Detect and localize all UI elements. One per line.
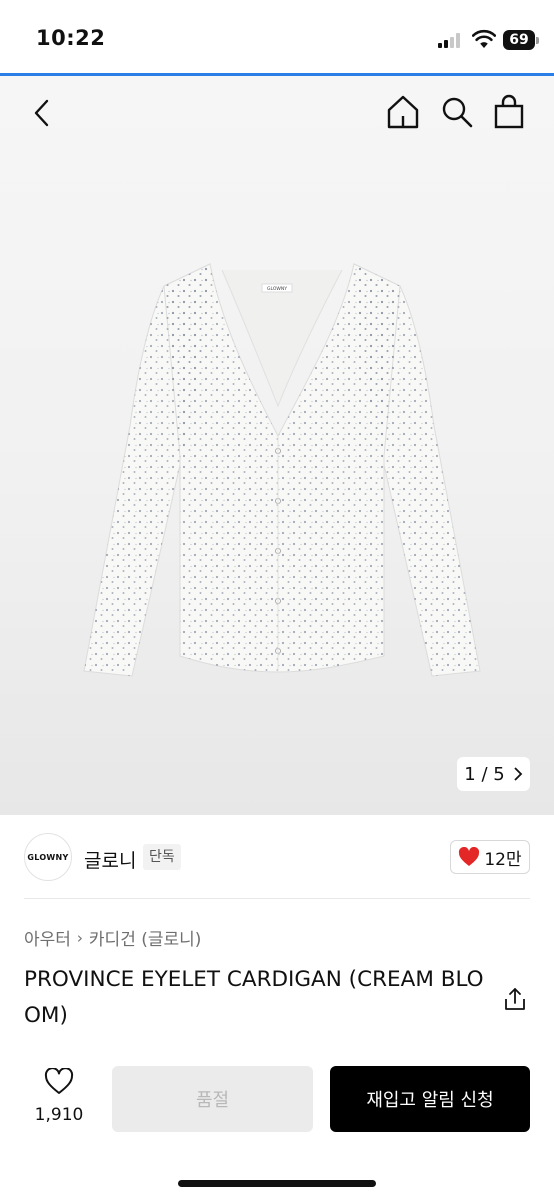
home-icon[interactable] (386, 94, 420, 130)
brand-row: GLOWNY 글로니 단독 12만 (0, 815, 554, 899)
product-photo-cardigan: GLOWNY (83, 263, 481, 677)
product-title: PROVINCE EYELET CARDIGAN (CREAM BLOOM) (24, 967, 484, 1028)
back-arrow-icon[interactable] (26, 96, 58, 130)
battery-level: 69 (503, 30, 535, 50)
brand-like-button[interactable]: 12만 (450, 840, 530, 874)
cellular-signal-icon (438, 32, 464, 48)
breadcrumb: 아우터 › 카디건 (글로니) (24, 925, 202, 951)
exclusive-badge: 단독 (143, 844, 181, 870)
garment-label-text: GLOWNY (267, 286, 287, 292)
heart-outline-icon (44, 1067, 74, 1094)
battery-icon: 69 (503, 30, 539, 50)
soldout-button: 품절 (112, 1066, 313, 1132)
heart-filled-icon (459, 847, 480, 866)
breadcrumb-subcategory[interactable]: 카디건 (글로니) (89, 925, 202, 950)
pager-text: 1 / 5 (464, 763, 505, 785)
divider (24, 898, 530, 899)
gallery-pager[interactable]: 1 / 5 (457, 757, 530, 791)
home-indicator (178, 1180, 376, 1187)
shopping-bag-icon[interactable] (492, 94, 526, 130)
brand-logo[interactable]: GLOWNY (24, 833, 72, 881)
product-like-count: 1,910 (34, 1105, 84, 1125)
chevron-right-icon (514, 767, 522, 781)
wifi-icon (472, 29, 496, 48)
product-like-button[interactable]: 1,910 (26, 1067, 92, 1132)
share-icon[interactable] (502, 986, 528, 1012)
search-icon[interactable] (440, 94, 474, 130)
product-image-gallery[interactable]: GLOWNY 1 / 5 (0, 76, 554, 815)
restock-alert-button[interactable]: 재입고 알림 신청 (330, 1066, 530, 1132)
chevron-right-icon: › (76, 928, 83, 947)
breadcrumb-category[interactable]: 아우터 (24, 925, 71, 950)
status-bar: 10:22 69 (0, 0, 554, 74)
status-time: 10:22 (36, 26, 106, 50)
brand-name[interactable]: 글로니 (84, 846, 136, 873)
brand-like-count: 12만 (484, 849, 522, 870)
brand-logo-text: GLOWNY (27, 852, 69, 862)
